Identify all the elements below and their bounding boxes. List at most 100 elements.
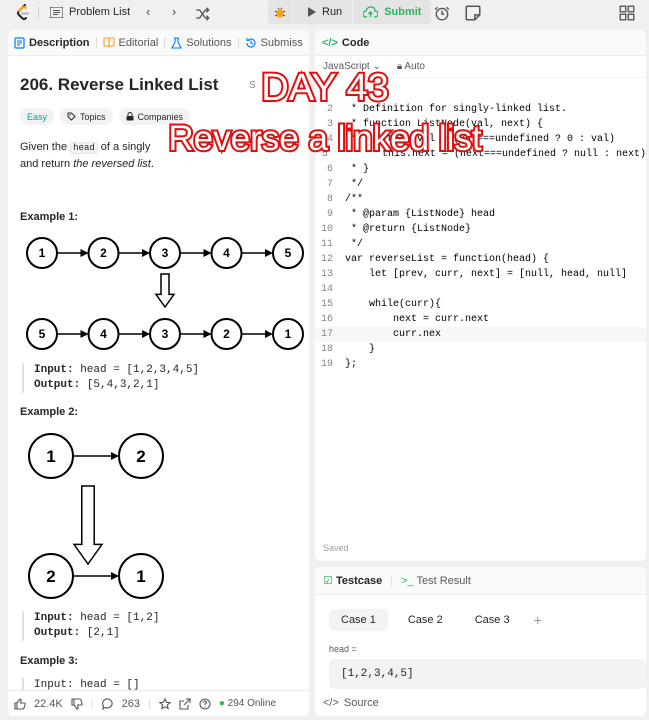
line-number: 9 <box>326 209 333 220</box>
source-button[interactable]: </> Source <box>323 697 379 709</box>
code-line[interactable]: 8 /** <box>315 192 646 207</box>
timer-icon[interactable] <box>434 5 450 21</box>
code-line[interactable]: 17 curr.nex <box>315 327 646 342</box>
code-text: }; <box>345 359 358 370</box>
case-tab-3[interactable]: Case 3 <box>463 609 522 631</box>
testcase-header: ☑ Testcase | >_ Test Result <box>315 567 646 595</box>
description-footer: 22.4K | 263 | ● 294 Online <box>8 690 309 716</box>
tab-submissions-label: Submiss <box>260 36 303 49</box>
param-label: head = <box>329 644 357 654</box>
run-toolbar: Run Submit <box>268 0 432 24</box>
desc-text: and return <box>20 158 74 170</box>
code-text: */ <box>345 239 364 250</box>
input-value: head = [1,2,3,4,5] <box>73 364 200 376</box>
code-line[interactable]: 10 * @return {ListNode} <box>315 222 646 237</box>
example-1-io: Input: head = [1,2,3,4,5] Output: [5,4,3… <box>22 363 199 393</box>
difficulty-badge[interactable]: Easy <box>20 108 55 125</box>
online-dot-icon: ● <box>218 698 225 709</box>
node-value: 4 <box>223 246 230 260</box>
saved-status: Saved <box>323 543 349 553</box>
tab-test-result[interactable]: >_ Test Result <box>401 575 471 587</box>
input-label: Input: <box>34 612 74 624</box>
top-bar: Problem List ‹ › Run Submit <box>0 0 649 26</box>
shuffle-icon[interactable] <box>195 6 211 22</box>
layout-grid-icon[interactable] <box>619 5 635 21</box>
code-line[interactable]: 16 next = curr.next <box>315 312 646 327</box>
case-tab-2[interactable]: Case 2 <box>396 609 455 631</box>
thumbs-up-icon[interactable] <box>14 697 26 710</box>
problem-list-label: Problem List <box>69 6 131 18</box>
star-icon[interactable] <box>158 697 171 710</box>
code-line[interactable]: 19}; <box>315 357 646 372</box>
online-count: ● 294 Online <box>219 698 276 709</box>
code-line[interactable]: 11 */ <box>315 237 646 252</box>
tab-editorial[interactable]: Editorial <box>97 37 165 49</box>
tab-divider: | <box>390 574 394 587</box>
code-text: * @param {ListNode} head <box>345 209 496 220</box>
code-line[interactable]: 7 */ <box>315 177 646 192</box>
code-line[interactable]: 6 * } <box>315 162 646 177</box>
submit-label: Submit <box>384 6 422 18</box>
arrow-head <box>203 249 212 257</box>
code-line[interactable]: 15 while(curr){ <box>315 297 646 312</box>
online-label: 294 Online <box>227 698 277 709</box>
input-label: Input: <box>34 364 74 376</box>
help-icon[interactable] <box>199 697 211 710</box>
footer-divider: | <box>90 697 94 710</box>
note-icon[interactable] <box>465 5 481 21</box>
code-text: /** <box>345 194 364 205</box>
line-number: 15 <box>320 299 333 310</box>
flask-icon <box>171 36 183 49</box>
desc-text: Given the <box>20 141 71 153</box>
line-number: 19 <box>320 359 333 370</box>
code-text: let [prev, curr, next] = [null, head, nu… <box>345 269 628 280</box>
line-number: 14 <box>320 284 333 295</box>
node-value: 5 <box>285 246 292 260</box>
problem-list-button[interactable]: Problem List <box>50 6 130 18</box>
example-1-heading: Example 1: <box>20 211 79 223</box>
debug-button[interactable] <box>268 0 292 24</box>
down-arrow-icon <box>72 485 104 566</box>
thumbs-down-icon[interactable] <box>71 697 83 710</box>
prev-problem-icon[interactable]: ‹ <box>146 4 150 19</box>
down-arrow-icon <box>154 273 176 309</box>
tab-description[interactable]: Description <box>8 37 96 49</box>
example-2-io: Input: head = [1,2] Output: [2,1] <box>22 611 159 641</box>
code-header-label: Code <box>341 36 370 49</box>
submit-button[interactable]: Submit <box>352 0 432 24</box>
code-line[interactable]: 12 var reverseList = function(head) { <box>315 252 646 267</box>
code-line[interactable]: 13 let [prev, curr, next] = [null, head,… <box>315 267 646 282</box>
terminal-icon: >_ <box>401 574 414 587</box>
arrow-head <box>142 330 150 338</box>
tab-solutions[interactable]: Solutions <box>165 37 237 49</box>
arrow-head <box>111 452 119 460</box>
line-number: 11 <box>320 239 333 250</box>
case-tab-1[interactable]: Case 1 <box>329 609 388 631</box>
arrow-head <box>80 330 89 338</box>
next-problem-icon[interactable]: › <box>172 4 176 19</box>
add-case-icon[interactable]: + <box>530 609 542 631</box>
line-number: 7 <box>326 179 333 190</box>
example-1-diagram: 1 2 3 4 5 5 4 3 2 1 <box>26 237 304 350</box>
code-line[interactable]: 14 <box>315 282 646 297</box>
testcase-panel: ☑ Testcase | >_ Test Result Case 1 Case … <box>315 567 646 716</box>
node-value: 3 <box>162 246 169 260</box>
lock-icon <box>126 112 134 121</box>
comment-icon[interactable] <box>101 697 114 710</box>
code-line[interactable]: 18 } <box>315 342 646 357</box>
tab-submissions[interactable]: Submiss <box>239 37 309 49</box>
leetcode-logo-icon[interactable] <box>16 4 30 21</box>
node-value: 2 <box>100 246 107 260</box>
topics-badge[interactable]: Topics <box>60 108 113 125</box>
output-value: [2,1] <box>80 627 120 639</box>
line-number: 12 <box>320 254 333 265</box>
code-line[interactable]: 9 * @param {ListNode} head <box>315 207 646 222</box>
param-input[interactable]: [1,2,3,4,5] <box>329 659 646 689</box>
tab-testcase[interactable]: ☑ Testcase <box>323 574 382 587</box>
run-button[interactable]: Run <box>292 0 353 24</box>
problem-title: 206. Reverse Linked List <box>20 75 219 94</box>
code-text: * } <box>345 164 370 175</box>
tab-test-result-label: Test Result <box>416 574 471 587</box>
output-label: Output: <box>34 627 81 639</box>
share-icon[interactable] <box>179 697 191 710</box>
